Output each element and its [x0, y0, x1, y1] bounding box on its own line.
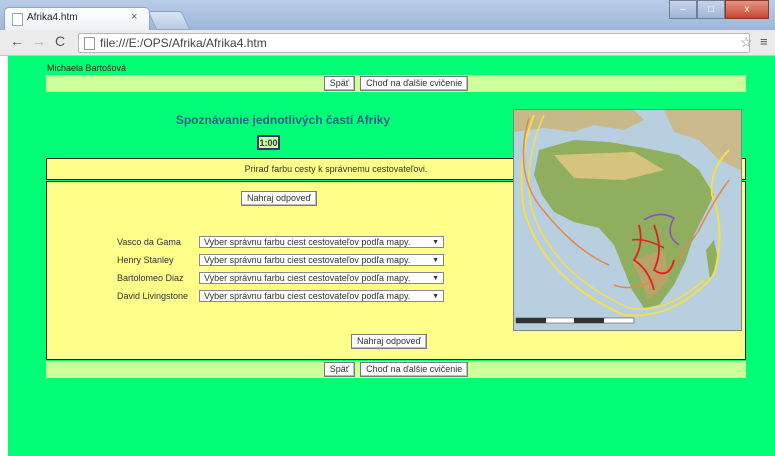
address-bar[interactable]: file:///E:/OPS/Afrika/Afrika4.htm: [78, 33, 750, 53]
explorer-name: Bartolomeo Diaz: [117, 273, 184, 283]
maximize-button[interactable]: □: [697, 0, 725, 19]
forward-arrow-icon[interactable]: →: [32, 33, 46, 49]
select-value: Vyber správnu farbu ciest cestovateľov p…: [204, 291, 411, 301]
bookmark-star-icon[interactable]: ☆: [740, 34, 753, 51]
explorer-name: David Livingstone: [117, 291, 189, 301]
explorer-row: David Livingstone Vyber správnu farbu ci…: [117, 289, 444, 303]
back-button[interactable]: Späť: [323, 76, 356, 91]
explorer-row: Henry Stanley Vyber správnu farbu ciest …: [117, 253, 444, 267]
bottom-nav-bar: Späť Choď na ďalšie cvičenie: [46, 361, 746, 378]
dropdown-arrow-icon: ▼: [432, 256, 439, 264]
back-button-bottom[interactable]: Späť: [323, 362, 356, 377]
upload-answer-button-bottom[interactable]: Nahraj odpoveď: [351, 334, 428, 349]
tab-title: Afrika4.htm: [27, 12, 78, 23]
dropdown-arrow-icon: ▼: [432, 292, 439, 300]
page-title: Spoznávanie jednotlivých častí Afriky: [175, 113, 391, 127]
next-exercise-button-bottom[interactable]: Choď na ďalšie cvičenie: [360, 362, 469, 377]
back-arrow-icon[interactable]: ←: [10, 33, 24, 49]
reload-icon[interactable]: C: [55, 33, 65, 49]
explorer-row: Bartolomeo Diaz Vyber správnu farbu cies…: [117, 271, 444, 285]
page-content: Michaela Bartošová Späť Choď na ďalšie c…: [8, 56, 775, 456]
color-select[interactable]: Vyber správnu farbu ciest cestovateľov p…: [199, 272, 444, 284]
tab-close-icon[interactable]: ×: [131, 11, 137, 23]
color-select[interactable]: Vyber správnu farbu ciest cestovateľov p…: [199, 236, 444, 248]
explorer-name: Henry Stanley: [117, 255, 174, 265]
color-select[interactable]: Vyber správnu farbu ciest cestovateľov p…: [199, 290, 444, 302]
timer: 1:00: [257, 135, 280, 150]
upload-answer-button[interactable]: Nahraj odpoveď: [241, 191, 318, 206]
close-window-button[interactable]: x: [725, 0, 769, 19]
select-value: Vyber správnu farbu ciest cestovateľov p…: [204, 273, 411, 283]
explorer-name: Vasco da Gama: [117, 237, 181, 247]
browser-title-bar: Afrika4.htm × – □ x: [0, 0, 775, 30]
browser-tab[interactable]: Afrika4.htm ×: [4, 7, 150, 30]
window-controls: – □ x: [669, 0, 769, 19]
page-icon: [12, 13, 23, 26]
select-value: Vyber správnu farbu ciest cestovateľov p…: [204, 255, 411, 265]
instruction-text: Priraď farbu cesty k správnemu cestovate…: [244, 164, 428, 174]
color-select[interactable]: Vyber správnu farbu ciest cestovateľov p…: [199, 254, 444, 266]
author-name: Michaela Bartošová: [47, 63, 127, 73]
minimize-button[interactable]: –: [669, 0, 697, 19]
new-tab-button[interactable]: [147, 11, 191, 30]
menu-icon[interactable]: ≡: [760, 34, 768, 49]
explorer-row: Vasco da Gama Vyber správnu farbu ciest …: [117, 235, 444, 249]
dropdown-arrow-icon: ▼: [432, 238, 439, 246]
africa-routes-map: [513, 109, 742, 331]
next-exercise-button[interactable]: Choď na ďalšie cvičenie: [360, 76, 469, 91]
page-icon: [84, 37, 95, 50]
url-text: file:///E:/OPS/Afrika/Afrika4.htm: [100, 36, 267, 50]
top-nav-bar: Späť Choď na ďalšie cvičenie: [46, 75, 746, 92]
select-value: Vyber správnu farbu ciest cestovateľov p…: [204, 237, 411, 247]
browser-toolbar: ← → C file:///E:/OPS/Afrika/Afrika4.htm …: [0, 30, 775, 56]
africa-map-image: [514, 110, 741, 330]
dropdown-arrow-icon: ▼: [432, 274, 439, 282]
